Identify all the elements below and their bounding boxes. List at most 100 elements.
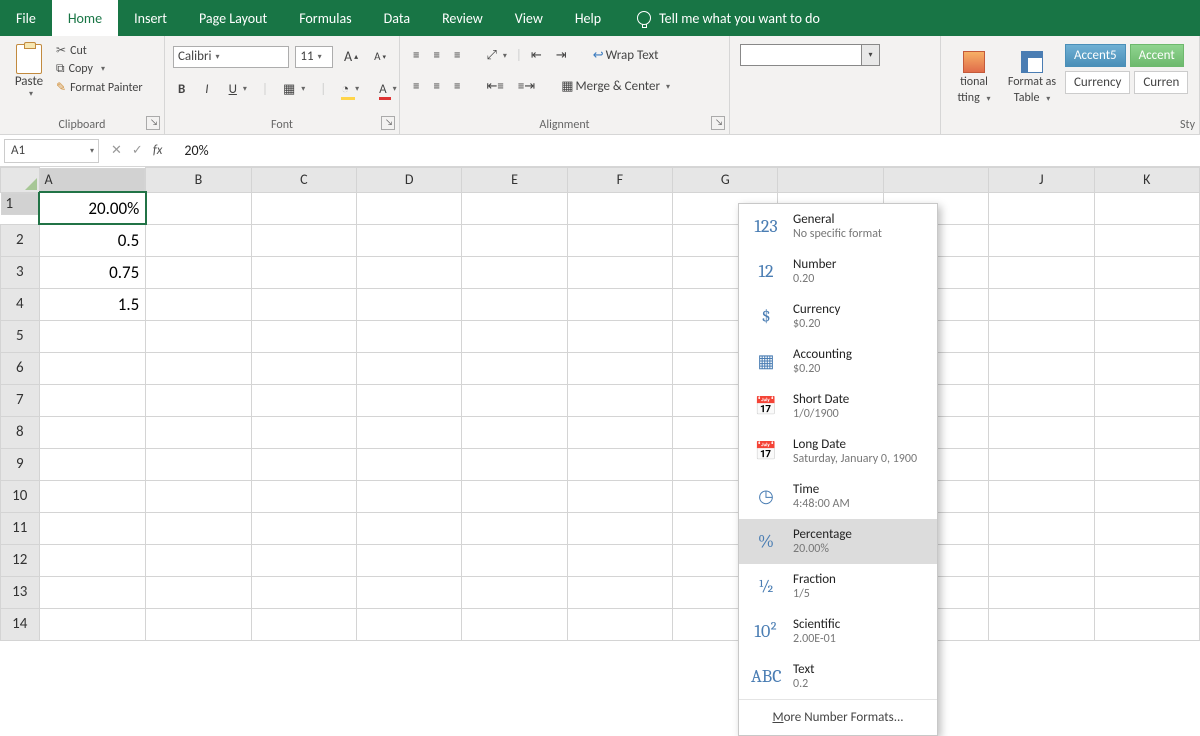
row-header[interactable]: 5 [1,320,40,352]
bold-button[interactable]: B [173,78,190,101]
paste-button[interactable]: Paste ▾ [8,40,50,99]
number-format-combo[interactable]: ▾ [740,44,880,66]
cell[interactable] [462,480,567,512]
align-middle-button[interactable]: ≡ [428,44,444,67]
cell[interactable] [356,352,461,384]
cell[interactable] [989,320,1094,352]
borders-button[interactable]: ▦▾ [278,78,310,101]
cell[interactable] [462,608,567,640]
increase-indent-button[interactable]: ⇥ [551,44,572,67]
cell[interactable] [356,480,461,512]
col-header-hidden[interactable] [778,168,883,193]
font-color-button[interactable]: A▾ [374,78,402,101]
italic-button[interactable]: I [200,78,213,101]
cell[interactable] [251,544,356,576]
cell[interactable] [1094,608,1200,640]
merge-center-button[interactable]: ▦ Merge & Center ▾ [556,75,675,98]
cell[interactable] [567,416,672,448]
cell[interactable] [146,224,251,256]
cell[interactable] [1094,480,1200,512]
row-header[interactable]: 13 [1,576,40,608]
cell[interactable] [251,384,356,416]
cell[interactable] [251,288,356,320]
indent-right-button[interactable]: ≡⇥ [513,75,540,98]
cell[interactable] [146,512,251,544]
col-header-hidden2[interactable] [883,168,988,193]
cell[interactable] [1094,448,1200,480]
cut-button[interactable]: ✂Cut [54,42,145,59]
cell[interactable] [356,192,461,224]
align-right-button[interactable]: ≡ [449,75,465,98]
indent-left-button[interactable]: ⇤≡ [481,75,508,98]
increase-font-button[interactable]: A▴ [339,44,363,69]
cell[interactable] [39,352,146,384]
row-header[interactable]: 3 [1,256,40,288]
cell[interactable] [567,576,672,608]
cell[interactable] [567,320,672,352]
cell[interactable] [146,576,251,608]
cell[interactable] [146,352,251,384]
tab-home[interactable]: Home [52,0,118,36]
cell[interactable] [356,608,461,640]
number-format-option-time[interactable]: ◷Time4:48:00 AM [739,474,937,519]
cell-style-accent6[interactable]: Accent [1130,44,1184,67]
decrease-font-button[interactable]: A▾ [369,46,391,67]
cell[interactable]: 20.00% [39,192,146,224]
number-format-option-scientific[interactable]: 10²Scientific2.00E-01 [739,609,937,654]
wrap-text-button[interactable]: ↩ Wrap Text [588,44,664,67]
cell[interactable] [1094,384,1200,416]
number-format-option-number[interactable]: 12Number0.20 [739,249,937,294]
select-all-corner[interactable] [1,168,40,193]
cell[interactable] [462,512,567,544]
cell[interactable] [251,256,356,288]
cell[interactable] [356,288,461,320]
cell[interactable] [39,576,146,608]
cell[interactable] [146,416,251,448]
cell[interactable] [567,256,672,288]
cell[interactable] [567,384,672,416]
number-format-option-general[interactable]: 123GeneralNo specific format [739,204,937,249]
cell[interactable] [1094,576,1200,608]
cell[interactable] [356,256,461,288]
cell[interactable] [356,576,461,608]
cell[interactable] [989,352,1094,384]
conditional-formatting-button[interactable]: tional tting ▾ [949,42,999,114]
col-header-c[interactable]: C [251,168,356,193]
cell[interactable] [462,256,567,288]
cell[interactable] [1094,224,1200,256]
cell[interactable] [356,320,461,352]
cell[interactable] [356,384,461,416]
more-number-formats[interactable]: More Number Formats... [739,699,937,735]
cell[interactable] [356,544,461,576]
row-header[interactable]: 12 [1,544,40,576]
cell[interactable] [1094,544,1200,576]
cell[interactable]: 0.5 [39,224,146,256]
cell[interactable] [462,352,567,384]
cell[interactable] [462,320,567,352]
cell[interactable] [146,320,251,352]
col-header-k[interactable]: K [1094,168,1200,193]
cell[interactable] [39,480,146,512]
cell[interactable] [39,416,146,448]
fill-color-button[interactable]: ◔▾ [336,77,364,101]
row-header[interactable]: 9 [1,448,40,480]
cell[interactable] [251,224,356,256]
cell[interactable] [251,352,356,384]
tab-view[interactable]: View [499,0,559,36]
cell[interactable] [567,480,672,512]
tab-data[interactable]: Data [368,0,426,36]
cell[interactable] [251,416,356,448]
format-painter-button[interactable]: ✎Format Painter [54,79,145,96]
col-header-g[interactable]: G [673,168,778,193]
cell[interactable]: 1.5 [39,288,146,320]
cell[interactable] [356,512,461,544]
dialog-launcher-font[interactable]: ↘ [381,116,395,130]
fx-icon[interactable]: fx [153,143,163,158]
cell[interactable] [567,544,672,576]
cell[interactable] [567,224,672,256]
underline-button[interactable]: U▾ [224,78,252,101]
col-header-d[interactable]: D [356,168,461,193]
col-header-e[interactable]: E [462,168,567,193]
cell[interactable] [989,480,1094,512]
cell[interactable] [251,576,356,608]
